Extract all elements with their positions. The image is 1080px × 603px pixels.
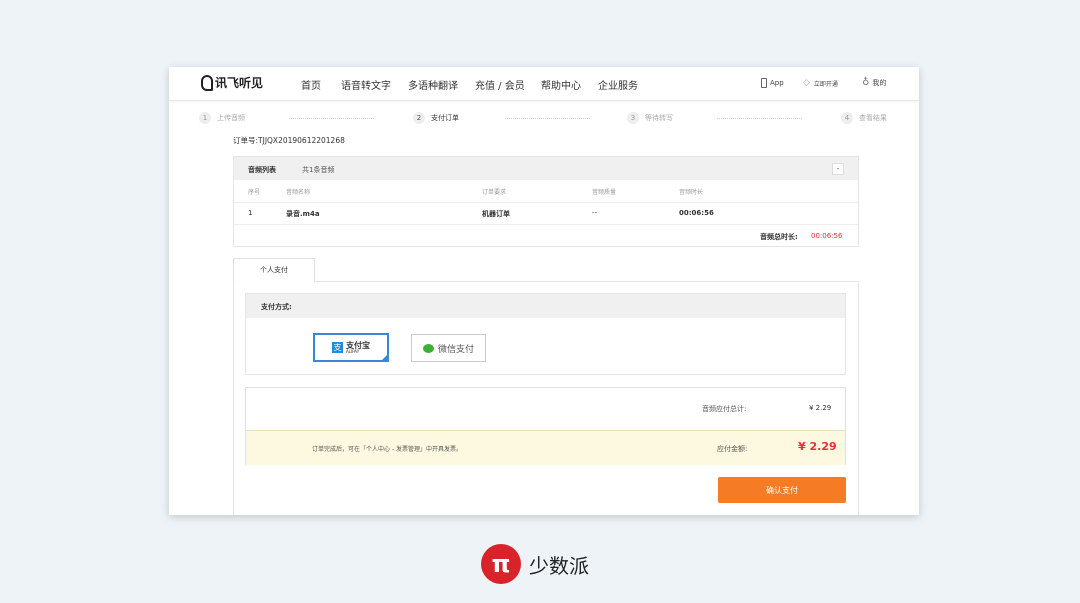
- cell-index: 1: [248, 209, 253, 217]
- payment-method-box: 支付方式: 支 支付宝 ALIPAY 微信支付: [245, 293, 846, 375]
- browser-page: 讯飞听见 首页 语音转文字 多语种翻译 充值 / 会员 帮助中心 企业服务 Ap…: [169, 67, 919, 515]
- step-divider: [717, 118, 802, 119]
- step-upload: 1 上传音频: [199, 112, 245, 124]
- cell-requirement: 机器订单: [482, 210, 510, 218]
- user-icon: ♁: [862, 77, 870, 88]
- alipay-option[interactable]: 支 支付宝 ALIPAY: [313, 333, 389, 362]
- app-link[interactable]: App: [761, 78, 784, 88]
- audio-list-title: 音频列表: [248, 166, 276, 174]
- payment-method-label: 支付方式:: [246, 294, 845, 318]
- subtotal-label: 音频应付总计:: [702, 405, 747, 413]
- nav-home[interactable]: 首页: [301, 77, 321, 92]
- sspai-watermark: π 少数派: [481, 544, 589, 584]
- tab-personal-payment[interactable]: 个人支付: [233, 258, 315, 282]
- wechat-icon: [422, 343, 434, 353]
- nav-recharge[interactable]: 充值 / 会员: [475, 77, 525, 92]
- step-divider: [505, 118, 590, 119]
- invoice-note: 订单完成后，可在「个人中心 - 发票管理」中开具发票。: [312, 446, 462, 453]
- diamond-icon: ◇: [803, 78, 810, 88]
- amount-due-bar: 订单完成后，可在「个人中心 - 发票管理」中开具发票。 应付金额: ¥ 2.29: [246, 430, 845, 465]
- logo[interactable]: 讯飞听见: [201, 74, 263, 91]
- amount-due-label: 应付金额:: [717, 445, 748, 453]
- order-number: 订单号:TJJQX20190612201268: [233, 136, 345, 145]
- ear-logo-icon: [201, 74, 213, 91]
- collapse-button[interactable]: -: [832, 163, 844, 175]
- cell-name: 录音.m4a: [286, 210, 320, 218]
- step-wait: 3 等待转写: [627, 112, 673, 124]
- audio-count: 共1条音频: [302, 166, 335, 174]
- step-divider: [289, 118, 374, 119]
- cell-quality: --: [592, 209, 598, 217]
- col-header: 序号: [248, 189, 261, 196]
- audio-list-table: 音频列表 共1条音频 - 序号 音频名称 订单要求 音频质量 音频时长 1 录音…: [233, 156, 859, 247]
- col-header: 音频质量: [592, 189, 617, 196]
- col-header: 音频时长: [679, 189, 704, 196]
- nav-translation[interactable]: 多语种翻译: [408, 77, 458, 92]
- subtotal-value: ¥ 2.29: [809, 404, 832, 412]
- confirm-payment-button[interactable]: 确认支付: [718, 477, 846, 503]
- cell-duration: 00:06:56: [679, 209, 714, 217]
- nav-help[interactable]: 帮助中心: [541, 77, 581, 92]
- col-header: 订单要求: [482, 189, 507, 196]
- nav-enterprise[interactable]: 企业服务: [598, 77, 638, 92]
- mine-link[interactable]: ♁ 我的: [862, 77, 886, 88]
- order-summary: 音频应付总计: ¥ 2.29 订单完成后，可在「个人中心 - 发票管理」中开具发…: [245, 387, 846, 465]
- top-nav: 讯飞听见 首页 语音转文字 多语种翻译 充值 / 会员 帮助中心 企业服务 Ap…: [169, 67, 919, 101]
- selected-check-icon: [381, 354, 388, 361]
- vip-link[interactable]: ◇ 立即开通: [803, 78, 838, 88]
- alipay-icon: 支: [332, 342, 343, 353]
- pi-logo-icon: π: [481, 544, 521, 584]
- step-result: 4 查看结果: [841, 112, 887, 124]
- nav-speech-to-text[interactable]: 语音转文字: [341, 77, 391, 92]
- wechat-pay-option[interactable]: 微信支付: [411, 334, 486, 362]
- total-duration-label: 音频总时长:: [760, 233, 798, 241]
- amount-due-value: ¥ 2.29: [798, 440, 837, 453]
- total-duration-value: 00:06:56: [811, 232, 843, 240]
- phone-icon: [761, 78, 767, 88]
- step-pay: 2 支付订单: [413, 112, 459, 124]
- col-header: 音频名称: [286, 189, 311, 196]
